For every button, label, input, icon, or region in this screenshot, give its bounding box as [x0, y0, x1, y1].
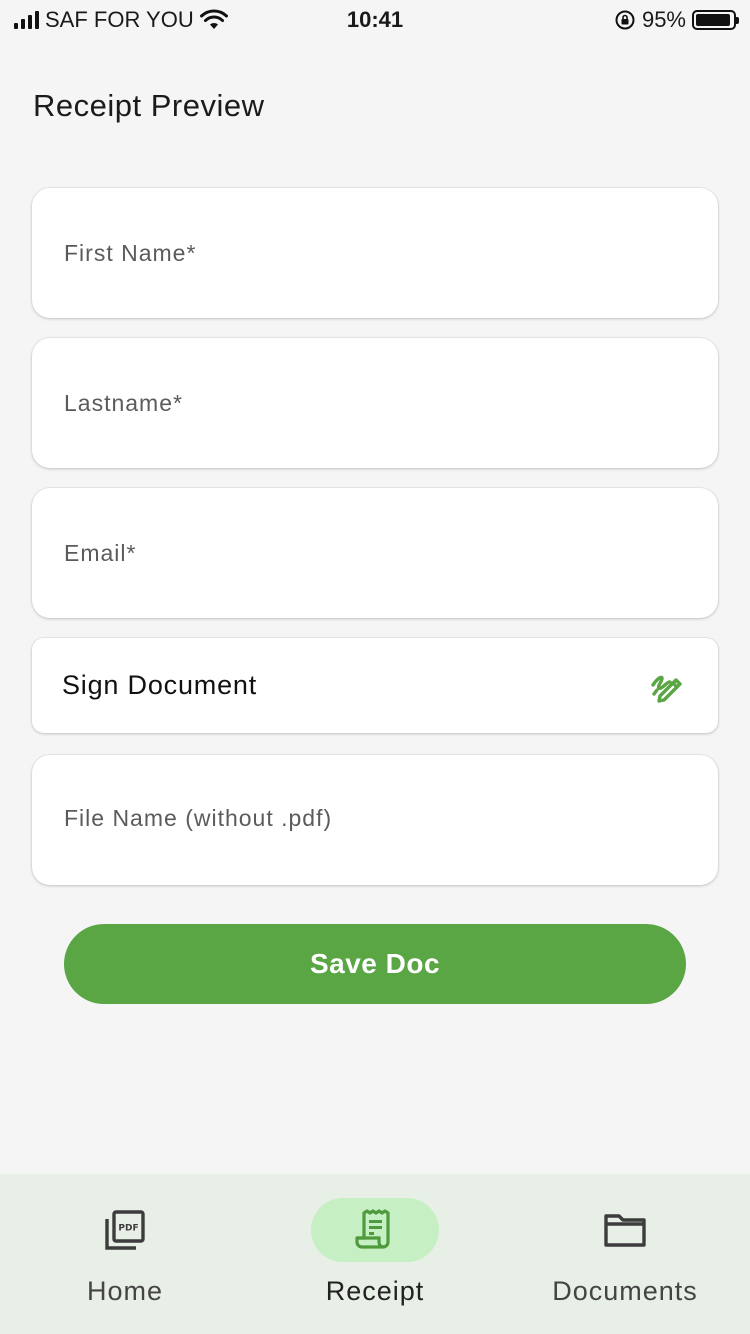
- nav-item-documents[interactable]: Documents: [500, 1174, 750, 1334]
- nav-item-receipt[interactable]: Receipt: [250, 1174, 500, 1334]
- battery-icon: [692, 10, 739, 30]
- rotation-lock-icon: [615, 10, 635, 30]
- nav-icon-container: PDF: [61, 1198, 189, 1262]
- nav-icon-container: [561, 1198, 689, 1262]
- status-left: SAF FOR YOU: [14, 7, 228, 33]
- sign-document-button[interactable]: Sign Document: [32, 638, 718, 733]
- file-name-card: [32, 755, 718, 885]
- nav-label-receipt: Receipt: [325, 1276, 425, 1306]
- email-card: [32, 488, 718, 618]
- status-bar: SAF FOR YOU 10:41 95%: [0, 0, 750, 40]
- receipt-icon: [355, 1209, 390, 1249]
- nav-icon-container-active: [311, 1198, 439, 1262]
- folder-icon: [604, 1214, 646, 1247]
- save-doc-button[interactable]: Save Doc: [64, 924, 686, 1004]
- wifi-icon: [199, 9, 228, 29]
- battery-percent: 95%: [641, 7, 686, 32]
- pdf-icon: PDF: [105, 1210, 145, 1250]
- first-name-input[interactable]: [32, 188, 718, 318]
- signature-icon: [651, 675, 682, 703]
- svg-text:PDF: PDF: [118, 1224, 138, 1234]
- battery-fill: [696, 14, 731, 26]
- bottom-nav: PDF Home Receipt Documents: [0, 1174, 750, 1334]
- nav-label-home: Home: [86, 1276, 164, 1306]
- nav-item-home[interactable]: PDF Home: [0, 1174, 250, 1334]
- carrier-label: SAF FOR YOU: [45, 7, 194, 32]
- first-name-card: [32, 188, 718, 318]
- file-name-input[interactable]: [32, 755, 718, 885]
- nav-label-documents: Documents: [552, 1276, 698, 1306]
- last-name-input[interactable]: [32, 338, 718, 468]
- sign-document-label: Sign Document: [62, 670, 257, 700]
- email-input[interactable]: [32, 488, 718, 618]
- page-title: Receipt Preview: [33, 88, 265, 123]
- signal-icon: [14, 11, 39, 29]
- status-right: 95%: [614, 7, 739, 33]
- last-name-card: [32, 338, 718, 468]
